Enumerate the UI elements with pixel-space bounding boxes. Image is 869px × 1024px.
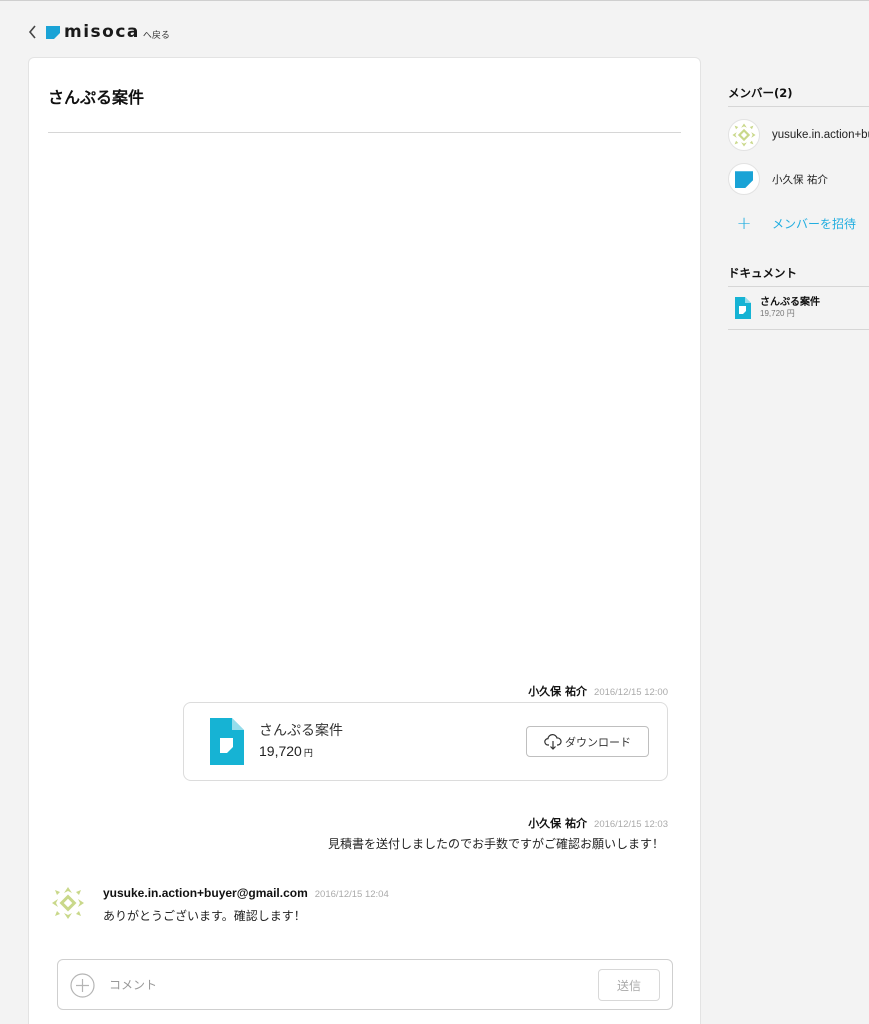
misoca-logo-link[interactable]: misoca へ戻る — [46, 22, 170, 42]
document-icon — [210, 718, 244, 765]
message-text: ありがとうございます。確認します！ — [103, 909, 306, 923]
logo-text: misoca — [64, 22, 140, 42]
message-timestamp: 2016/12/15 12:03 — [594, 819, 668, 830]
attachment-name: さんぷる案件 — [259, 723, 343, 739]
member-item[interactable]: yusuke.in.action+buyer@gmail.com — [728, 113, 869, 157]
misoca-avatar-icon — [728, 163, 760, 195]
document-icon — [735, 297, 751, 319]
message-timestamp: 2016/12/15 12:00 — [594, 687, 668, 698]
message-meta: yusuke.in.action+buyer@gmail.com 2016/12… — [103, 886, 389, 900]
document-attachment[interactable]: さんぷる案件 19,720 円 ダウンロード — [183, 702, 668, 781]
page-title: さんぷる案件 — [48, 88, 145, 107]
comment-composer: 送信 — [57, 959, 673, 1010]
comment-input[interactable] — [109, 970, 579, 1000]
document-amount: 19,720 円 — [760, 309, 795, 318]
top-bar: misoca へ戻る — [28, 22, 170, 42]
attachment-amount-value: 19,720 — [259, 743, 302, 759]
download-button[interactable]: ダウンロード — [526, 726, 649, 757]
add-attachment-icon[interactable] — [70, 973, 95, 998]
message-meta: 小久保 祐介 2016/12/15 12:03 — [528, 815, 668, 831]
member-item[interactable]: 小久保 祐介 — [728, 157, 869, 201]
member-name: yusuke.in.action+buyer@gmail.com — [772, 129, 869, 141]
message-author: yusuke.in.action+buyer@gmail.com — [103, 886, 308, 900]
members-heading: メンバー(2) — [728, 85, 869, 107]
documents-heading: ドキュメント — [728, 265, 869, 287]
chevron-left-icon[interactable] — [28, 24, 38, 40]
pattern-avatar-icon — [728, 119, 760, 151]
invite-label: メンバーを招待 — [772, 216, 857, 231]
title-divider — [48, 132, 681, 133]
attachment-currency: 円 — [303, 749, 313, 759]
member-name: 小久保 祐介 — [772, 173, 828, 186]
message-text: 見積書を送付しましたのでお手数ですがご確認お願いします！ — [327, 837, 664, 851]
download-label: ダウンロード — [565, 735, 631, 749]
pattern-avatar-icon — [52, 887, 84, 919]
message-author: 小久保 祐介 — [528, 685, 588, 698]
send-button[interactable]: 送信 — [598, 969, 660, 1001]
invite-member-button[interactable]: + メンバーを招待 — [728, 201, 869, 245]
sidebar: メンバー(2) yusuke.in.action+buyer@gmail.com — [728, 85, 869, 330]
misoca-logo-icon — [46, 26, 60, 39]
document-list-item[interactable]: さんぷる案件 19,720 円 — [728, 287, 869, 330]
message-timestamp: 2016/12/15 12:04 — [314, 889, 389, 900]
plus-icon: + — [736, 212, 752, 234]
back-label[interactable]: へ戻る — [143, 28, 170, 41]
cloud-download-icon — [544, 733, 562, 750]
project-card: さんぷる案件 小久保 祐介 2016/12/15 12:00 さんぷる案件 19… — [28, 57, 701, 1024]
document-name: さんぷる案件 — [760, 297, 820, 308]
document-item-text: さんぷる案件 19,720 円 — [760, 297, 820, 319]
message-author: 小久保 祐介 — [528, 817, 588, 830]
message-meta: 小久保 祐介 2016/12/15 12:00 — [528, 683, 668, 699]
attachment-amount: 19,720 円 — [259, 743, 313, 759]
